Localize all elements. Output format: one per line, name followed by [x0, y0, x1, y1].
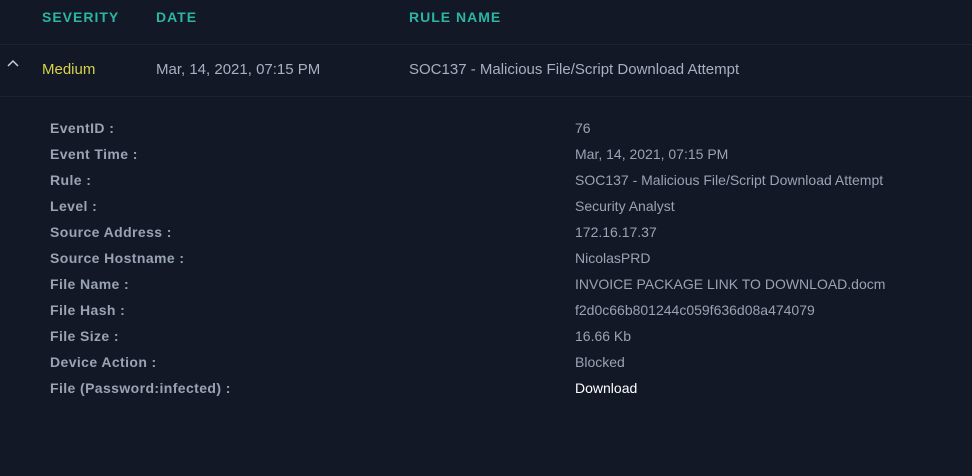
detail-row-event-time: Event Time : Mar, 14, 2021, 07:15 PM	[0, 143, 972, 169]
column-header-date[interactable]: DATE	[156, 9, 197, 25]
detail-value: 172.16.17.37	[575, 224, 657, 240]
detail-label: File Size :	[50, 328, 119, 344]
detail-label: File (Password:infected) :	[50, 380, 231, 396]
column-header-severity[interactable]: SEVERITY	[42, 9, 119, 25]
detail-label: Level :	[50, 198, 98, 214]
detail-label: Event Time :	[50, 146, 138, 162]
detail-value: 76	[575, 120, 591, 136]
detail-row-rule: Rule : SOC137 - Malicious File/Script Do…	[0, 169, 972, 195]
detail-label: Source Address :	[50, 224, 172, 240]
detail-value: 16.66 Kb	[575, 328, 632, 344]
alert-details-page: SEVERITY DATE RULE NAME Medium Mar, 14, …	[0, 0, 972, 476]
detail-row-eventid: EventID : 76	[0, 117, 972, 143]
detail-value: f2d0c66b801244c059f636d08a474079	[575, 302, 815, 318]
detail-value: Mar, 14, 2021, 07:15 PM	[575, 146, 729, 162]
detail-row-file-name: File Name : INVOICE PACKAGE LINK TO DOWN…	[0, 273, 972, 299]
detail-row-file-download: File (Password:infected) : Download	[0, 377, 972, 403]
download-link[interactable]: Download	[575, 380, 637, 396]
detail-row-source-address: Source Address : 172.16.17.37	[0, 221, 972, 247]
date-value: Mar, 14, 2021, 07:15 PM	[156, 61, 321, 78]
detail-value: SOC137 - Malicious File/Script Download …	[575, 172, 884, 188]
rule-name-value: SOC137 - Malicious File/Script Download …	[409, 61, 740, 78]
detail-value: Blocked	[575, 354, 625, 370]
detail-label: File Hash :	[50, 302, 126, 318]
alert-details: EventID : 76 Event Time : Mar, 14, 2021,…	[0, 117, 972, 403]
alert-row[interactable]: Medium Mar, 14, 2021, 07:15 PM SOC137 - …	[0, 44, 972, 97]
detail-value: INVOICE PACKAGE LINK TO DOWNLOAD.docm	[575, 276, 886, 292]
column-header-rule-name[interactable]: RULE NAME	[409, 9, 501, 25]
table-header: SEVERITY DATE RULE NAME	[0, 0, 972, 45]
detail-row-device-action: Device Action : Blocked	[0, 351, 972, 377]
detail-label: Source Hostname :	[50, 250, 185, 266]
detail-row-file-hash: File Hash : f2d0c66b801244c059f636d08a47…	[0, 299, 972, 325]
detail-value: NicolasPRD	[575, 250, 651, 266]
detail-row-file-size: File Size : 16.66 Kb	[0, 325, 972, 351]
chevron-up-icon[interactable]	[6, 57, 20, 71]
detail-label: EventID :	[50, 120, 115, 136]
detail-label: File Name :	[50, 276, 130, 292]
detail-row-level: Level : Security Analyst	[0, 195, 972, 221]
severity-value: Medium	[42, 61, 96, 78]
detail-row-source-hostname: Source Hostname : NicolasPRD	[0, 247, 972, 273]
detail-value: Security Analyst	[575, 198, 675, 214]
detail-label: Rule :	[50, 172, 92, 188]
detail-label: Device Action :	[50, 354, 157, 370]
